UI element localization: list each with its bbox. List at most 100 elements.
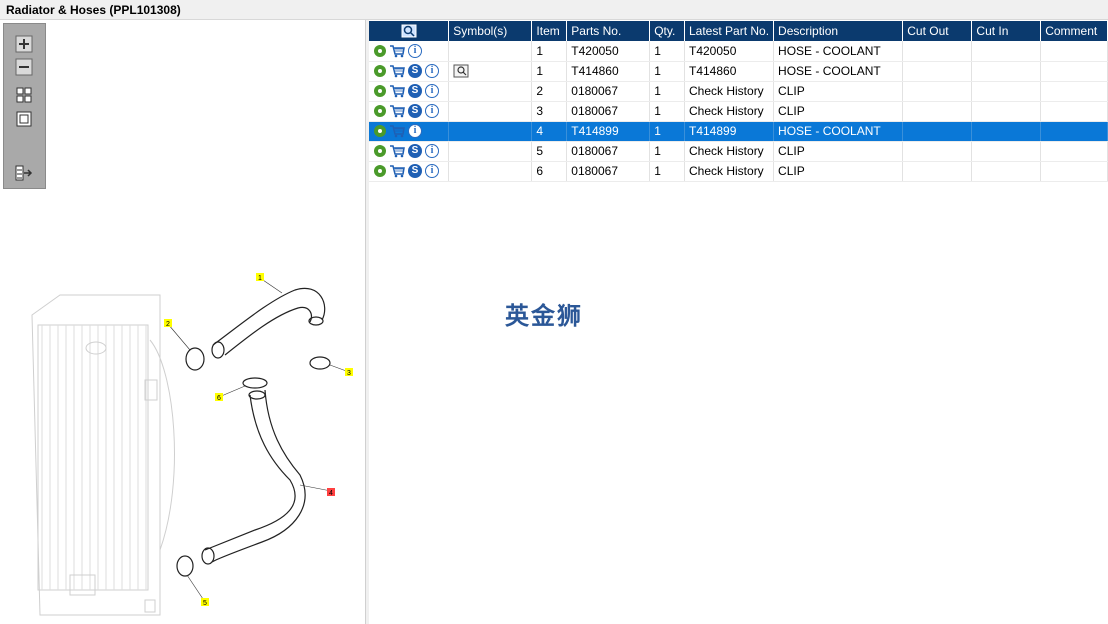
cart-icon[interactable] — [389, 44, 405, 58]
cell-parts-no: 0180067 — [566, 141, 651, 162]
column-header-qty[interactable]: Qty. — [649, 21, 685, 41]
info-icon[interactable]: i — [425, 144, 439, 159]
table-row[interactable]: Si 2 0180067 1 Check History CLIP — [369, 81, 1108, 102]
info-icon[interactable]: i — [425, 104, 439, 119]
column-header-actions[interactable] — [369, 21, 450, 41]
cell-item: 3 — [531, 101, 568, 122]
info-icon[interactable]: i — [425, 64, 439, 79]
clips — [176, 347, 331, 577]
cell-comment — [1040, 101, 1108, 122]
list-arrow-icon — [15, 165, 33, 181]
supersession-icon[interactable]: S — [408, 64, 422, 79]
plus-icon — [15, 35, 33, 53]
supersession-icon[interactable]: S — [408, 84, 422, 99]
row-actions: Si — [369, 81, 450, 102]
cart-icon[interactable] — [389, 84, 405, 98]
column-header-cut-out[interactable]: Cut Out — [902, 21, 973, 41]
column-header-item[interactable]: Item — [531, 21, 568, 41]
info-icon[interactable]: i — [408, 44, 422, 59]
supersession-icon[interactable]: S — [408, 104, 422, 119]
supersession-icon[interactable]: S — [408, 164, 422, 179]
cell-qty: 1 — [649, 61, 685, 82]
table-row[interactable]: i 4 T414899 1 T414899 HOSE - COOLANT — [369, 121, 1108, 142]
cell-cut-out — [902, 101, 973, 122]
table-row[interactable]: Si 1 T414860 1 T414860 HOSE - COOLANT — [369, 61, 1108, 82]
svg-text:2: 2 — [166, 321, 170, 328]
cart-icon[interactable] — [389, 164, 405, 178]
gear-icon[interactable] — [374, 125, 386, 138]
gear-icon[interactable] — [374, 85, 386, 98]
table-row[interactable]: Si 6 0180067 1 Check History CLIP — [369, 161, 1108, 182]
column-header-parts-no[interactable]: Parts No. — [566, 21, 651, 41]
cell-latest-part-no: Check History — [684, 161, 775, 182]
cell-cut-in — [971, 121, 1042, 142]
column-header-cut-in[interactable]: Cut In — [971, 21, 1042, 41]
parts-list-pane: Symbol(s) Item Parts No. Qty. Latest Par… — [369, 20, 1108, 624]
diagram-pane[interactable]: 1 2 3 4 5 6 — [0, 20, 366, 624]
row-actions: Si — [369, 61, 450, 82]
cell-qty: 1 — [649, 121, 685, 142]
cell-cut-out — [902, 141, 973, 162]
cell-cut-in — [971, 161, 1042, 182]
grid-icon — [16, 87, 32, 103]
cell-cut-out — [902, 41, 973, 62]
cart-icon[interactable] — [389, 64, 405, 78]
gear-icon[interactable] — [374, 45, 386, 58]
gear-icon[interactable] — [374, 105, 386, 118]
cell-symbols — [448, 141, 533, 162]
hose-1 — [211, 287, 326, 359]
cell-latest-part-no: Check History — [684, 101, 775, 122]
cell-qty: 1 — [649, 101, 685, 122]
reset-view-button[interactable] — [15, 110, 33, 128]
info-icon[interactable]: i — [425, 164, 439, 179]
cell-parts-no: 0180067 — [566, 161, 651, 182]
cell-cut-in — [971, 101, 1042, 122]
cell-qty: 1 — [649, 141, 685, 162]
cart-icon[interactable] — [389, 124, 405, 138]
cell-description: HOSE - COOLANT — [773, 121, 904, 142]
callout-lines — [167, 277, 350, 603]
cell-symbols — [448, 61, 533, 82]
column-header-symbols[interactable]: Symbol(s) — [448, 21, 533, 41]
svg-text:1: 1 — [258, 275, 262, 282]
info-icon[interactable]: i — [408, 124, 422, 139]
gear-icon[interactable] — [374, 65, 386, 78]
gear-icon[interactable] — [374, 165, 386, 178]
zoom-out-button[interactable] — [15, 58, 33, 76]
square-icon — [16, 111, 32, 127]
cell-latest-part-no: Check History — [684, 81, 775, 102]
column-header-comment[interactable]: Comment — [1040, 21, 1108, 41]
export-button[interactable] — [15, 164, 33, 182]
cell-item: 4 — [531, 121, 568, 142]
cell-item: 1 — [531, 41, 568, 62]
svg-text:4: 4 — [329, 490, 333, 497]
cell-comment — [1040, 61, 1108, 82]
cart-icon[interactable] — [389, 144, 405, 158]
table-row[interactable]: Si 5 0180067 1 Check History CLIP — [369, 141, 1108, 162]
cell-symbols — [448, 101, 533, 122]
table-row[interactable]: i 1 T420050 1 T420050 HOSE - COOLANT — [369, 41, 1108, 62]
table-row[interactable]: Si 3 0180067 1 Check History CLIP — [369, 101, 1108, 122]
cell-item: 5 — [531, 141, 568, 162]
cell-item: 6 — [531, 161, 568, 182]
cart-icon[interactable] — [389, 104, 405, 118]
cell-description: CLIP — [773, 161, 904, 182]
search-parts-icon — [401, 24, 417, 38]
illustration-symbol-icon[interactable] — [453, 64, 469, 78]
cell-latest-part-no: T420050 — [684, 41, 775, 62]
column-header-description[interactable]: Description — [773, 21, 904, 41]
watermark: 英金狮 — [505, 302, 583, 330]
cell-latest-part-no: T414860 — [684, 61, 775, 82]
svg-text:3: 3 — [347, 370, 351, 377]
zoom-in-button[interactable] — [15, 35, 33, 53]
cell-symbols — [448, 121, 533, 142]
supersession-icon[interactable]: S — [408, 144, 422, 159]
column-header-latest-part-no[interactable]: Latest Part No. — [684, 21, 775, 41]
info-icon[interactable]: i — [425, 84, 439, 99]
cell-parts-no: T414860 — [566, 61, 651, 82]
fit-all-button[interactable] — [15, 86, 33, 104]
cell-description: HOSE - COOLANT — [773, 61, 904, 82]
exploded-parts-diagram: 1 2 3 4 5 6 — [31, 273, 353, 616]
gear-icon[interactable] — [374, 145, 386, 158]
cell-cut-in — [971, 81, 1042, 102]
